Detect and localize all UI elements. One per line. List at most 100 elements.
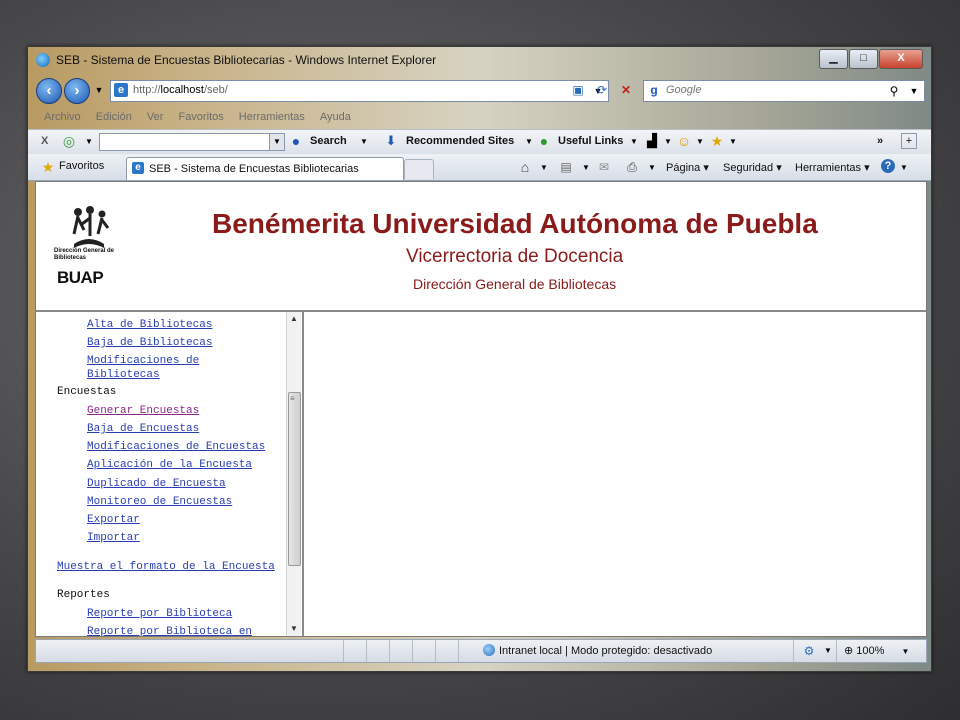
- tab-title: SEB - Sistema de Encuestas Bibliotecaria…: [149, 163, 359, 175]
- page-subtitle-2: Dirección General de Bibliotecas: [413, 276, 617, 292]
- status-divider: [793, 640, 794, 662]
- refresh-icon[interactable]: ⟳: [594, 82, 610, 98]
- tab-seb[interactable]: e SEB - Sistema de Encuestas Bibliotecar…: [126, 157, 404, 180]
- library-logo-icon: [72, 206, 110, 248]
- link-modificaciones-bibliotecas-cont[interactable]: Bibliotecas: [87, 368, 160, 382]
- link-baja-bibliotecas[interactable]: Baja de Bibliotecas: [87, 336, 212, 350]
- feeds-dropdown-icon[interactable]: ▼: [578, 160, 594, 176]
- herramientas-menu[interactable]: Herramientas ▾: [795, 161, 870, 174]
- browser-window: SEB - Sistema de Encuestas Bibliotecaria…: [27, 46, 932, 672]
- search-dropdown-icon[interactable]: ▼: [906, 83, 922, 99]
- link-exportar[interactable]: Exportar: [87, 513, 140, 527]
- smiley-dropdown-icon[interactable]: ▼: [692, 134, 708, 150]
- compatibility-icon[interactable]: ▣: [570, 82, 586, 98]
- print-dropdown-icon[interactable]: ▼: [644, 160, 660, 176]
- link-generar-encuestas[interactable]: Generar Encuestas: [87, 404, 199, 418]
- minimize-button[interactable]: ▁: [819, 49, 848, 69]
- useful-links-button[interactable]: Useful Links: [558, 135, 623, 147]
- status-divider: [366, 640, 367, 662]
- scroll-grip-icon: ≡: [290, 394, 295, 403]
- page-content: Dirección General de Bibliotecas BUAP Be…: [35, 181, 927, 637]
- help-dropdown-icon[interactable]: ▼: [896, 160, 912, 176]
- link-modificaciones-bibliotecas[interactable]: Modificaciones de: [87, 354, 199, 368]
- menu-archivo[interactable]: Archivo: [44, 111, 81, 123]
- history-dropdown-icon[interactable]: ▼: [91, 82, 107, 98]
- link-monitoreo-encuestas[interactable]: Monitoreo de Encuestas: [87, 495, 232, 509]
- tv-icon[interactable]: ▟: [644, 133, 660, 149]
- recommended-sites-button[interactable]: Recommended Sites: [406, 135, 514, 147]
- link-alta-bibliotecas[interactable]: Alta de Bibliotecas: [87, 318, 212, 332]
- page-subtitle: Vicerrectoria de Docencia: [406, 246, 624, 267]
- menu-edicion[interactable]: Edición: [96, 111, 132, 123]
- help-icon[interactable]: ?: [881, 159, 895, 173]
- forward-button[interactable]: ›: [64, 78, 90, 104]
- protected-dropdown-icon[interactable]: ▼: [820, 643, 836, 659]
- link-reporte-biblioteca[interactable]: Reporte por Biblioteca: [87, 607, 232, 621]
- window-title: SEB - Sistema de Encuestas Bibliotecaria…: [56, 53, 437, 67]
- stop-icon[interactable]: ✕: [618, 82, 634, 98]
- favorites-bar: ★ Favoritos e SEB - Sistema de Encuestas…: [28, 154, 931, 181]
- status-divider: [836, 640, 837, 662]
- close-window-button[interactable]: X: [879, 49, 923, 69]
- sidebar-scrollbar[interactable]: ▲ ≡ ▼: [286, 312, 301, 636]
- feeds-icon[interactable]: ▤: [558, 159, 574, 175]
- page-title: Benémerita Universidad Autónoma de Puebl…: [212, 208, 818, 239]
- print-icon[interactable]: ⎙: [624, 159, 640, 175]
- menu-ver[interactable]: Ver: [147, 111, 164, 123]
- address-bar[interactable]: e http://localhost/seb/ ▼: [110, 80, 609, 102]
- useful-links-icon: ●: [539, 133, 549, 149]
- link-aplicacion-encuesta[interactable]: Aplicación de la Encuesta: [87, 458, 252, 472]
- favorites-button[interactable]: Favoritos: [59, 160, 104, 172]
- section-encuestas: Encuestas: [57, 386, 117, 398]
- toolbar-search-button[interactable]: Search: [310, 135, 347, 147]
- tv-dropdown-icon[interactable]: ▼: [660, 134, 676, 150]
- scroll-up-icon[interactable]: ▲: [290, 314, 298, 323]
- menu-favoritos[interactable]: Favoritos: [178, 111, 223, 123]
- page-icon: e: [114, 83, 128, 97]
- combo-dropdown-icon[interactable]: ▼: [269, 134, 284, 150]
- protected-mode-icon[interactable]: ⚙: [801, 643, 817, 659]
- back-button[interactable]: ‹: [36, 78, 62, 104]
- navigation-bar: ‹ › ▼ e http://localhost/seb/ ▼ ▣ ⟳ ✕ g …: [28, 75, 931, 105]
- home-dropdown-icon[interactable]: ▼: [536, 160, 552, 176]
- link-modificaciones-encuestas[interactable]: Modificaciones de Encuestas: [87, 440, 265, 454]
- mail-icon[interactable]: ✉: [596, 159, 612, 175]
- toolbar-close-button[interactable]: X: [41, 135, 48, 147]
- globe-icon: [483, 644, 495, 656]
- link-baja-encuestas[interactable]: Baja de Encuestas: [87, 422, 199, 436]
- toolbar-add-button[interactable]: +: [901, 133, 917, 149]
- address-url: http://localhost/seb/: [133, 84, 228, 96]
- star-dropdown-icon[interactable]: ▼: [725, 134, 741, 150]
- toolbar-logo-dropdown-icon[interactable]: ▼: [81, 134, 97, 150]
- search-go-icon[interactable]: ●: [288, 133, 304, 149]
- recommended-dropdown-icon[interactable]: ▼: [521, 134, 537, 150]
- search-dropdown-arrow-icon[interactable]: ▼: [356, 134, 372, 150]
- menu-herramientas[interactable]: Herramientas: [239, 111, 305, 123]
- link-muestra-formato[interactable]: Muestra el formato de la Encuesta: [57, 560, 275, 574]
- star-icon[interactable]: ★: [709, 133, 725, 149]
- link-reporte-biblioteca-en[interactable]: Reporte por Biblioteca en: [87, 625, 252, 636]
- scroll-down-icon[interactable]: ▼: [290, 624, 298, 633]
- useful-links-dropdown-icon[interactable]: ▼: [626, 134, 642, 150]
- status-divider: [389, 640, 390, 662]
- scroll-thumb[interactable]: [288, 392, 301, 566]
- security-zone[interactable]: Intranet local | Modo protegido: desacti…: [483, 644, 712, 657]
- toolbar-chevron-button[interactable]: »: [877, 135, 883, 147]
- search-placeholder: Google: [666, 84, 702, 96]
- search-input[interactable]: g Google ⚲ ▼: [643, 80, 925, 102]
- new-tab-button[interactable]: [404, 159, 434, 179]
- link-duplicado-encuesta[interactable]: Duplicado de Encuesta: [87, 477, 226, 491]
- home-icon[interactable]: ⌂: [517, 159, 533, 175]
- pagina-menu[interactable]: Página ▾: [666, 161, 709, 174]
- toolbar-logo-icon[interactable]: ◎: [61, 133, 77, 149]
- search-icon[interactable]: ⚲: [886, 83, 902, 99]
- zoom-control[interactable]: ⊕ 100% ▼: [844, 644, 909, 657]
- toolbar-search-combo[interactable]: ▼: [99, 133, 285, 151]
- menu-ayuda[interactable]: Ayuda: [320, 111, 351, 123]
- smiley-icon[interactable]: ☺: [676, 133, 692, 149]
- link-importar[interactable]: Importar: [87, 531, 140, 545]
- sidebar-menu: Alta de Bibliotecas Baja de Bibliotecas …: [36, 312, 304, 636]
- maximize-button[interactable]: □: [849, 49, 878, 69]
- seguridad-menu[interactable]: Seguridad ▾: [723, 161, 782, 174]
- logo-buap: BUAP: [57, 268, 104, 287]
